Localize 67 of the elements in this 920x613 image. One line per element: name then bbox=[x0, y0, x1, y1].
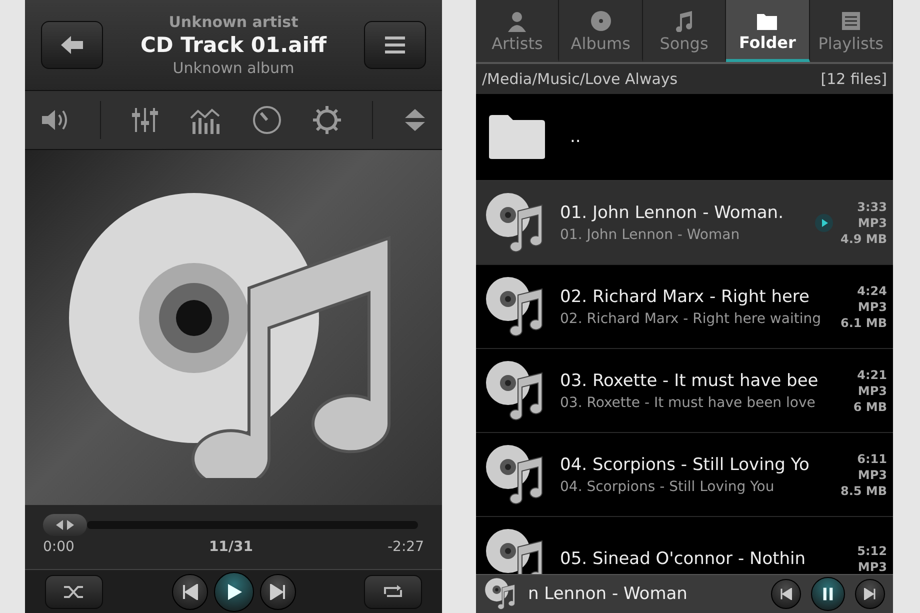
song-duration: 3:33 bbox=[857, 200, 887, 214]
back-button[interactable] bbox=[41, 21, 103, 69]
person-icon bbox=[506, 10, 528, 32]
repeat-button[interactable] bbox=[364, 574, 422, 608]
back-arrow-icon bbox=[59, 35, 85, 55]
play-button[interactable] bbox=[214, 572, 254, 612]
library-tab[interactable]: Folder bbox=[726, 0, 810, 62]
next-button[interactable] bbox=[855, 579, 885, 609]
song-title: 01. John Lennon - Woman. bbox=[560, 202, 784, 222]
play-pause-button[interactable] bbox=[811, 577, 845, 611]
bar-chart-icon[interactable] bbox=[189, 106, 222, 134]
elapsed-time: 0:00 bbox=[43, 539, 74, 555]
song-subtitle: 03. Roxette - It must have been love bbox=[560, 394, 816, 410]
folder-path: /Media/Music/Love Always bbox=[482, 70, 678, 88]
previous-icon bbox=[780, 588, 792, 600]
arrows-icon bbox=[55, 520, 75, 530]
song-size: 6 MB bbox=[853, 400, 887, 414]
menu-button[interactable] bbox=[364, 21, 426, 69]
seek-thumb[interactable] bbox=[43, 514, 87, 536]
artist-name: Unknown artist bbox=[168, 13, 298, 31]
menu-icon bbox=[382, 35, 407, 55]
song-duration: 5:12 bbox=[857, 544, 887, 558]
song-subtitle: 04. Scorpions - Still Loving You bbox=[560, 478, 776, 494]
previous-icon bbox=[182, 584, 198, 600]
remaining-time: -2:27 bbox=[388, 539, 424, 555]
song-size: 8.5 MB bbox=[840, 484, 887, 498]
equalizer-icon[interactable] bbox=[131, 106, 160, 134]
album-name: Unknown album bbox=[172, 59, 294, 77]
song-duration: 4:24 bbox=[857, 284, 887, 298]
disc-icon bbox=[590, 10, 612, 32]
next-icon bbox=[864, 588, 876, 600]
folder-icon bbox=[756, 11, 778, 31]
song-size: 6.1 MB bbox=[840, 316, 887, 330]
song-format: MP3 bbox=[858, 468, 887, 482]
song-title: 05. Sinead O'connor - Nothin bbox=[560, 548, 807, 568]
file-count: [12 files] bbox=[820, 70, 887, 88]
pause-icon bbox=[821, 587, 835, 601]
repeat-icon bbox=[382, 584, 404, 600]
now-playing-title: n Lennon - Woman bbox=[528, 584, 688, 604]
song-format: MP3 bbox=[858, 300, 887, 314]
list-icon bbox=[840, 10, 862, 32]
shuffle-button[interactable] bbox=[45, 574, 103, 608]
settings-icon[interactable] bbox=[312, 105, 342, 135]
song-duration: 4:21 bbox=[857, 368, 887, 382]
previous-button[interactable] bbox=[771, 579, 801, 609]
song-subtitle: 01. John Lennon - Woman bbox=[560, 226, 741, 242]
song-title: 03. Roxette - It must have bee bbox=[560, 370, 820, 390]
timer-icon[interactable] bbox=[252, 105, 282, 135]
track-title: CD Track 01.aiff bbox=[140, 33, 326, 57]
track-position: 11/31 bbox=[208, 539, 254, 555]
song-subtitle: 02. Richard Marx - Right here waiting bbox=[560, 310, 822, 326]
song-title: 04. Scorpions - Still Loving Yo bbox=[560, 454, 810, 474]
song-format: MP3 bbox=[858, 216, 887, 230]
song-title: 02. Richard Marx - Right here bbox=[560, 286, 810, 306]
previous-button[interactable] bbox=[172, 574, 208, 610]
song-format: MP3 bbox=[858, 560, 887, 574]
expand-collapse-icon[interactable] bbox=[402, 106, 427, 134]
next-button[interactable] bbox=[260, 574, 296, 610]
song-size: 4.9 MB bbox=[840, 232, 887, 246]
parent-folder-label: .. bbox=[570, 127, 581, 147]
folder-icon bbox=[488, 114, 546, 160]
song-format: MP3 bbox=[858, 384, 887, 398]
song-duration: 6:11 bbox=[857, 452, 887, 466]
now-playing-icon bbox=[814, 212, 834, 232]
shuffle-icon bbox=[63, 584, 85, 600]
next-icon bbox=[270, 584, 286, 600]
song-row[interactable]: 01. John Lennon - Woman. 01. John Lennon - Woman 3:33 MP3 4.9 MB bbox=[476, 181, 893, 265]
